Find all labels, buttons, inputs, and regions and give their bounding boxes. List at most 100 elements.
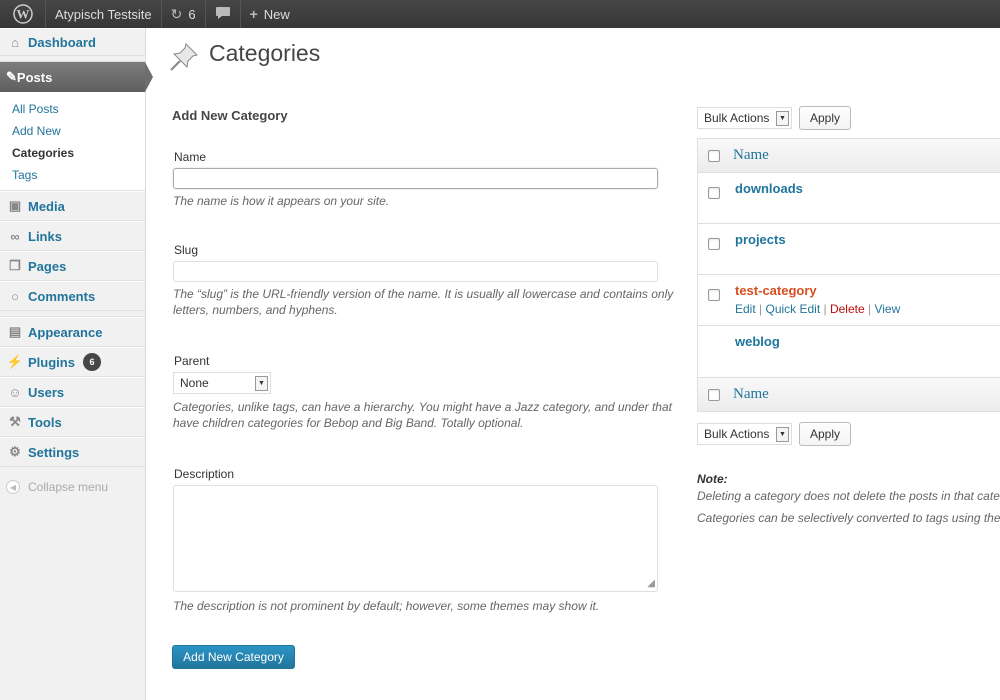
admin-sidebar: ⌂ Dashboard ✎ Posts All Posts Add New Ca… [0, 28, 153, 700]
table-row: downloads [698, 173, 1000, 224]
sidebar-item-pages[interactable]: ❐ Pages [0, 251, 145, 281]
sidebar-item-label: Posts [16, 69, 53, 85]
plugin-icon: ⚡ [6, 354, 24, 369]
submenu-all-posts[interactable]: All Posts [0, 98, 145, 120]
updates-icon: ↻ [170, 5, 183, 22]
appearance-icon: ▤ [8, 324, 22, 339]
bulk-actions-select[interactable]: Bulk Actions ▼ [697, 423, 792, 445]
description-textarea[interactable]: ◢ [173, 485, 658, 592]
row-action-separator: | [820, 302, 830, 316]
select-all-checkbox[interactable] [708, 149, 720, 162]
sidebar-item-label: Settings [28, 444, 80, 460]
sidebar-item-appearance[interactable]: ▤ Appearance [0, 317, 145, 347]
description-label: Description [174, 467, 235, 481]
sidebar-item-settings[interactable]: ⚙ Settings [0, 437, 145, 467]
slug-help: The “slug” is the URL-friendly version o… [173, 287, 674, 317]
categories-table: Name downloads projects test-category Ed… [697, 138, 1000, 412]
column-footer-name[interactable]: Name [733, 386, 769, 403]
row-checkbox[interactable] [708, 238, 720, 250]
submenu-add-new[interactable]: Add New [0, 120, 145, 142]
collapse-arrow-icon: ◀ [6, 480, 20, 494]
collapse-menu-button[interactable]: ◀ Collapse menu [0, 473, 145, 501]
parent-select-value: None [180, 376, 209, 390]
name-input[interactable] [173, 168, 658, 189]
add-new-category-button[interactable]: Add New Category [172, 645, 295, 669]
note-line-2: Categories can be selectively converted … [697, 511, 1000, 525]
quick-edit-link[interactable]: Quick Edit [765, 302, 820, 316]
slug-label: Slug [174, 243, 199, 257]
row-checkbox[interactable] [708, 187, 720, 199]
sidebar-item-label: Comments [28, 288, 96, 304]
sidebar-item-dashboard[interactable]: ⌂ Dashboard [0, 28, 145, 56]
category-name-link[interactable]: weblog [735, 334, 780, 349]
select-all-checkbox[interactable] [708, 388, 720, 401]
row-action-separator: | [864, 302, 875, 316]
slug-input[interactable] [173, 261, 658, 282]
delete-link[interactable]: Delete [830, 302, 865, 316]
form-heading: Add New Category [172, 108, 288, 123]
sidebar-item-comments[interactable]: ○ Comments [0, 281, 145, 311]
admin-bar: W Atypisch Testsite ↻ 6 + New [0, 0, 1000, 28]
row-checkbox[interactable] [708, 289, 720, 301]
category-name-link[interactable]: projects [735, 232, 786, 247]
posts-submenu: All Posts Add New Categories Tags [0, 92, 145, 191]
table-row: projects [698, 224, 1000, 275]
svg-text:W: W [16, 7, 29, 22]
updates-link[interactable]: ↻ 6 [162, 0, 206, 28]
table-footer: Name [698, 377, 1000, 411]
media-icon: ▣ [8, 198, 22, 213]
parent-select[interactable]: None ▼ [173, 372, 271, 394]
name-label: Name [174, 150, 207, 164]
site-name: Atypisch Testsite [55, 6, 152, 22]
link-icon: ∞ [10, 228, 20, 244]
site-name-link[interactable]: Atypisch Testsite [46, 0, 162, 28]
sidebar-item-label: Dashboard [28, 34, 96, 50]
tools-icon: ⚒ [9, 414, 21, 429]
view-link[interactable]: View [874, 302, 900, 316]
sidebar-item-plugins[interactable]: ⚡ Plugins 6 [0, 347, 145, 377]
sidebar-item-links[interactable]: ∞ Links [0, 221, 145, 251]
sidebar-item-users[interactable]: ☺ Users [0, 377, 145, 407]
pushpin-icon: ✎ [6, 69, 17, 84]
submenu-tags[interactable]: Tags [0, 164, 145, 186]
row-actions: Edit | Quick Edit | Delete | View [735, 302, 900, 316]
table-row: test-category Edit | Quick Edit | Delete… [698, 275, 1000, 326]
comments-link[interactable] [206, 0, 241, 28]
sidebar-item-posts[interactable]: ✎ Posts [0, 62, 153, 92]
sidebar-item-tools[interactable]: ⚒ Tools [0, 407, 145, 437]
table-header: Name [698, 139, 1000, 173]
apply-button[interactable]: Apply [799, 106, 852, 130]
pushpin-icon [167, 40, 201, 74]
chevron-down-icon: ▼ [776, 427, 789, 442]
name-help: The name is how it appears on your site. [173, 194, 390, 208]
parent-label: Parent [174, 354, 210, 368]
updates-count: 6 [188, 6, 196, 22]
bulk-actions-select[interactable]: Bulk Actions ▼ [697, 107, 792, 129]
sidebar-item-media[interactable]: ▣ Media [0, 191, 145, 221]
note-label: Note: [697, 472, 728, 486]
edit-link[interactable]: Edit [735, 302, 756, 316]
new-content-link[interactable]: + New [241, 0, 299, 28]
collapse-label: Collapse menu [28, 480, 109, 494]
settings-icon: ⚙ [9, 444, 21, 459]
note-label-text: Note: [697, 472, 728, 486]
category-name-link[interactable]: test-category [735, 283, 817, 298]
sidebar-item-label: Tools [28, 414, 62, 430]
pages-icon: ❐ [9, 258, 21, 273]
resize-handle-icon[interactable]: ◢ [647, 578, 655, 589]
submenu-categories[interactable]: Categories [0, 142, 145, 164]
sidebar-item-label: Media [28, 198, 65, 214]
wordpress-logo-icon[interactable]: W [0, 0, 46, 28]
apply-button[interactable]: Apply [799, 422, 852, 446]
category-name-link[interactable]: downloads [735, 181, 803, 196]
add-category-form: Add New Category Name The name is how it… [172, 108, 677, 669]
note-line-1: Deleting a category does not delete the … [697, 489, 1000, 503]
column-header-name[interactable]: Name [733, 147, 769, 164]
sidebar-item-label: Appearance [28, 324, 103, 340]
comment-bubble-icon [215, 6, 231, 23]
description-help: The description is not prominent by defa… [173, 599, 600, 613]
bulk-actions-value: Bulk Actions [704, 427, 770, 441]
comments-icon: ○ [11, 288, 19, 304]
main-content: Categories Add New Category Name The nam… [147, 28, 1000, 700]
plugins-update-badge: 6 [82, 353, 101, 371]
